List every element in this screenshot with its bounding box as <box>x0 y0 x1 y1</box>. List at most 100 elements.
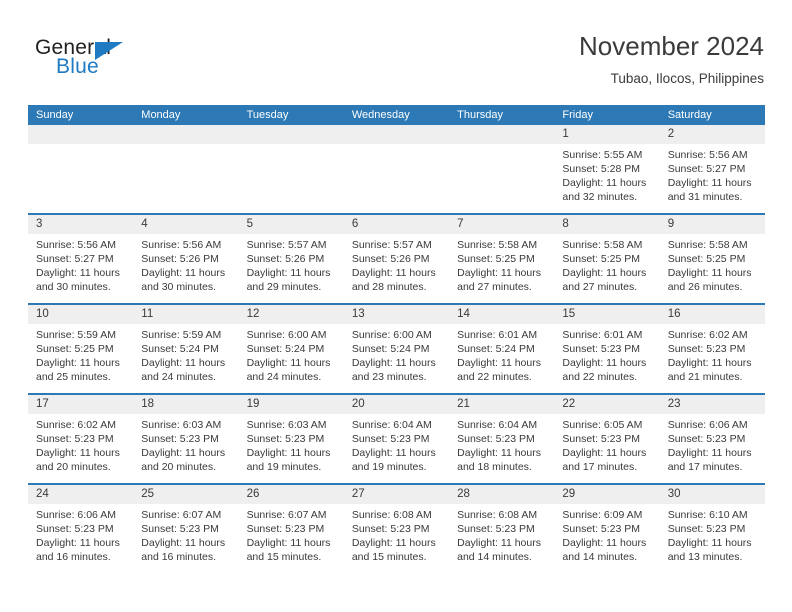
general-blue-logo[interactable]: General Blue <box>35 36 235 86</box>
day-info-line: and 14 minutes. <box>457 551 532 563</box>
day-cell[interactable]: Sunrise: 5:55 AM Sunset: 5:28 PM Daylight:… <box>554 144 659 213</box>
day-info-line: and 13 minutes. <box>667 551 743 563</box>
day-number[interactable]: 25 <box>133 485 238 504</box>
weekday-header-tuesday: Tuesday <box>246 109 289 121</box>
day-info-line: Daylight: 11 hours <box>457 447 541 459</box>
day-cell[interactable]: Sunrise: 6:03 AM Sunset: 5:23 PM Daylight:… <box>239 414 344 483</box>
day-number[interactable]: 6 <box>344 215 449 234</box>
day-info-line: Daylight: 11 hours <box>457 357 541 369</box>
day-cell[interactable]: Sunrise: 5:58 AM Sunset: 5:25 PM Daylight:… <box>554 234 659 303</box>
day-cell[interactable]: Sunrise: 5:57 AM Sunset: 5:26 PM Daylight:… <box>344 234 449 303</box>
day-number[interactable]: 18 <box>133 395 238 414</box>
day-number[interactable]: 5 <box>239 215 344 234</box>
day-info-line: Sunrise: 6:09 AM <box>562 509 643 521</box>
day-number[interactable]: 16 <box>660 305 765 324</box>
day-info-line: Sunrise: 6:02 AM <box>667 329 748 341</box>
day-info-line: Daylight: 11 hours <box>562 177 647 189</box>
day-cell[interactable]: Sunrise: 6:06 AM Sunset: 5:23 PM Daylight:… <box>28 504 133 573</box>
day-cell[interactable]: Sunrise: 6:07 AM Sunset: 5:23 PM Daylight:… <box>133 504 238 573</box>
day-cell[interactable]: Sunrise: 5:59 AM Sunset: 5:24 PM Daylight:… <box>133 324 238 393</box>
day-number[interactable]: 7 <box>449 215 554 234</box>
day-info-line: Sunset: 5:23 PM <box>457 523 535 535</box>
day-number[interactable]: 12 <box>239 305 344 324</box>
day-number[interactable]: 28 <box>449 485 554 504</box>
day-info-line: and 28 minutes. <box>351 281 427 293</box>
day-cell[interactable]: Sunrise: 5:56 AM Sunset: 5:26 PM Daylight:… <box>133 234 238 303</box>
day-number[interactable]: 19 <box>239 395 344 414</box>
day-number[interactable]: 26 <box>239 485 344 504</box>
day-number[interactable]: 2 <box>660 125 765 144</box>
day-info-line: Sunrise: 5:58 AM <box>457 239 538 251</box>
day-cell[interactable]: Sunrise: 6:03 AM Sunset: 5:23 PM Daylight:… <box>133 414 238 483</box>
day-cell[interactable]: Sunrise: 6:10 AM Sunset: 5:23 PM Daylight:… <box>660 504 765 573</box>
day-info-line: Daylight: 11 hours <box>562 267 647 279</box>
day-cell[interactable]: Sunrise: 6:04 AM Sunset: 5:23 PM Daylight:… <box>449 414 554 483</box>
day-cell[interactable]: Sunrise: 6:01 AM Sunset: 5:24 PM Daylight:… <box>449 324 554 393</box>
day-info-line: Sunrise: 5:56 AM <box>36 239 116 251</box>
day-cell[interactable]: Sunrise: 5:56 AM Sunset: 5:27 PM Daylight:… <box>28 234 133 303</box>
week-detail-band: Sunrise: 6:02 AM Sunset: 5:23 PM Daylight:… <box>28 414 765 483</box>
day-cell[interactable]: Sunrise: 6:05 AM Sunset: 5:23 PM Daylight:… <box>554 414 659 483</box>
day-number[interactable]: 10 <box>28 305 133 324</box>
day-cell[interactable]: Sunrise: 6:07 AM Sunset: 5:23 PM Daylight:… <box>239 504 344 573</box>
weekday-header-thursday: Thursday <box>457 109 503 121</box>
day-info-line: Daylight: 11 hours <box>36 357 120 369</box>
day-info-line: and 19 minutes. <box>246 461 322 473</box>
day-number[interactable]: 22 <box>554 395 659 414</box>
day-info-line: Daylight: 11 hours <box>667 447 752 459</box>
day-info-line: Daylight: 11 hours <box>246 537 331 549</box>
day-number[interactable]: 27 <box>344 485 449 504</box>
day-cell[interactable]: Sunrise: 6:01 AM Sunset: 5:23 PM Daylight:… <box>554 324 659 393</box>
day-number[interactable]: 15 <box>554 305 659 324</box>
day-info-line: Daylight: 11 hours <box>351 447 436 459</box>
day-info-line: Sunset: 5:23 PM <box>562 433 641 445</box>
day-info-line: Sunrise: 6:00 AM <box>246 329 327 341</box>
day-info-line: Sunrise: 6:00 AM <box>351 329 432 341</box>
day-number[interactable]: 20 <box>344 395 449 414</box>
day-number[interactable]: 4 <box>133 215 238 234</box>
day-info-line: Daylight: 11 hours <box>667 267 752 279</box>
day-info-line: Sunrise: 5:57 AM <box>246 239 327 251</box>
day-cell[interactable]: Sunrise: 6:00 AM Sunset: 5:24 PM Daylight:… <box>239 324 344 393</box>
day-number[interactable]: 21 <box>449 395 554 414</box>
day-cell[interactable]: Sunrise: 6:09 AM Sunset: 5:23 PM Daylight:… <box>554 504 659 573</box>
day-cell[interactable]: Sunrise: 6:02 AM Sunset: 5:23 PM Daylight:… <box>28 414 133 483</box>
day-cell[interactable]: Sunrise: 6:02 AM Sunset: 5:23 PM Daylight:… <box>660 324 765 393</box>
day-info-line: and 22 minutes. <box>457 371 532 383</box>
day-cell[interactable]: Sunrise: 6:08 AM Sunset: 5:23 PM Daylight:… <box>344 504 449 573</box>
day-info-line: Sunrise: 6:01 AM <box>562 329 643 341</box>
day-cell[interactable]: Sunrise: 5:59 AM Sunset: 5:25 PM Daylight:… <box>28 324 133 393</box>
day-number[interactable]: 9 <box>660 215 765 234</box>
day-cell[interactable]: Sunrise: 6:06 AM Sunset: 5:23 PM Daylight:… <box>660 414 765 483</box>
day-info-line: Sunrise: 6:05 AM <box>562 419 643 431</box>
day-info-line: and 23 minutes. <box>351 371 427 383</box>
day-number[interactable]: 17 <box>28 395 133 414</box>
day-number[interactable]: 24 <box>28 485 133 504</box>
day-info-line: and 24 minutes. <box>141 371 216 383</box>
day-cell[interactable]: Sunrise: 6:04 AM Sunset: 5:23 PM Daylight:… <box>344 414 449 483</box>
day-info-line: and 20 minutes. <box>141 461 216 473</box>
day-info-line: Sunrise: 5:58 AM <box>562 239 643 251</box>
day-info-line: Sunset: 5:25 PM <box>36 343 114 355</box>
day-number[interactable]: 3 <box>28 215 133 234</box>
day-info-line: Sunset: 5:28 PM <box>562 163 641 175</box>
day-cell[interactable]: Sunrise: 5:58 AM Sunset: 5:25 PM Daylight:… <box>449 234 554 303</box>
day-number[interactable]: 11 <box>133 305 238 324</box>
day-number[interactable]: 29 <box>554 485 659 504</box>
day-cell[interactable]: Sunrise: 6:08 AM Sunset: 5:23 PM Daylight:… <box>449 504 554 573</box>
day-number[interactable]: 14 <box>449 305 554 324</box>
day-cell[interactable]: Sunrise: 5:58 AM Sunset: 5:25 PM Daylight:… <box>660 234 765 303</box>
day-number[interactable]: 23 <box>660 395 765 414</box>
day-cell[interactable]: Sunrise: 6:00 AM Sunset: 5:24 PM Daylight:… <box>344 324 449 393</box>
day-number[interactable]: 1 <box>554 125 659 144</box>
week-detail-band: Sunrise: 5:59 AM Sunset: 5:25 PM Daylight:… <box>28 324 765 393</box>
day-info-line: Sunset: 5:26 PM <box>141 253 219 265</box>
day-info-line: Sunset: 5:24 PM <box>457 343 535 355</box>
day-cell[interactable]: Sunrise: 5:56 AM Sunset: 5:27 PM Daylight:… <box>660 144 765 213</box>
day-number[interactable]: 30 <box>660 485 765 504</box>
day-cell[interactable]: Sunrise: 5:57 AM Sunset: 5:26 PM Daylight:… <box>239 234 344 303</box>
weekday-header-monday: Monday <box>141 109 181 121</box>
weekday-header-friday: Friday <box>562 109 593 121</box>
day-number[interactable]: 13 <box>344 305 449 324</box>
day-number[interactable]: 8 <box>554 215 659 234</box>
